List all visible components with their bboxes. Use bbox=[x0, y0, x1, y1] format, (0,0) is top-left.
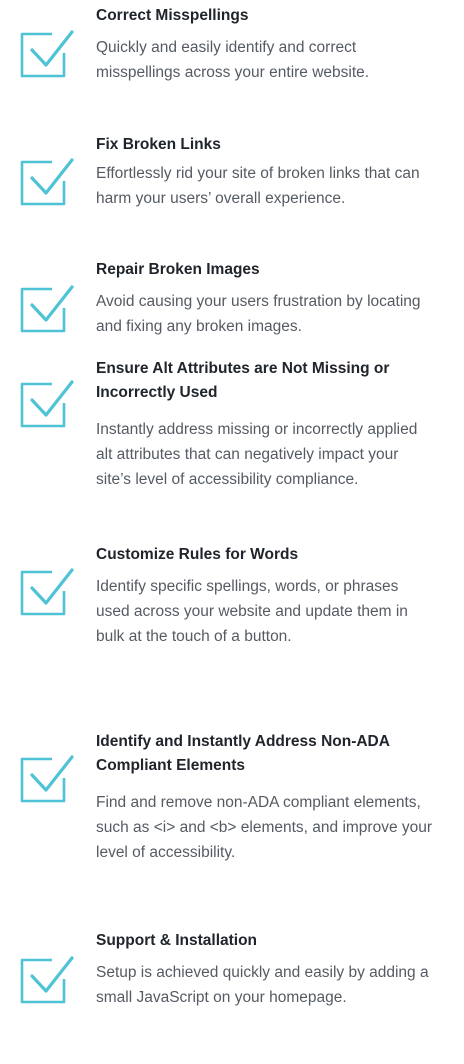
feature-description: Effortlessly rid your site of broken lin… bbox=[96, 165, 420, 207]
feature-description: Find and remove non-ADA compliant elemen… bbox=[96, 794, 433, 861]
feature-title: Ensure Alt Attributes are Not Missing or… bbox=[96, 360, 390, 401]
feature-description: Setup is achieved quickly and easily by … bbox=[96, 964, 429, 1006]
feature-description: Avoid causing your users frustration by … bbox=[96, 293, 421, 335]
checkbox-checked-icon bbox=[20, 154, 74, 208]
checkbox-checked-icon bbox=[20, 376, 74, 430]
feature-description: Identify specific spellings, words, or p… bbox=[96, 578, 408, 645]
checkbox-checked-icon bbox=[20, 751, 74, 805]
feature-title: Support & Installation bbox=[96, 932, 258, 949]
feature-title: Repair Broken Images bbox=[96, 261, 260, 278]
checkbox-checked-icon bbox=[20, 952, 74, 1006]
checkbox-checked-icon bbox=[20, 281, 74, 335]
checkbox-checked-icon bbox=[20, 26, 74, 80]
feature-description: Instantly address missing or incorrectly… bbox=[96, 421, 418, 488]
feature-description: Quickly and easily identify and correct … bbox=[96, 39, 370, 81]
feature-title: Fix Broken Links bbox=[96, 136, 221, 153]
checkbox-checked-icon bbox=[20, 564, 74, 618]
feature-title: Customize Rules for Words bbox=[96, 546, 299, 563]
feature-title: Identify and Instantly Address Non-ADA C… bbox=[96, 733, 390, 774]
feature-list: Correct Misspellings Quickly and easily … bbox=[0, 0, 464, 1064]
feature-title: Correct Misspellings bbox=[96, 7, 249, 24]
